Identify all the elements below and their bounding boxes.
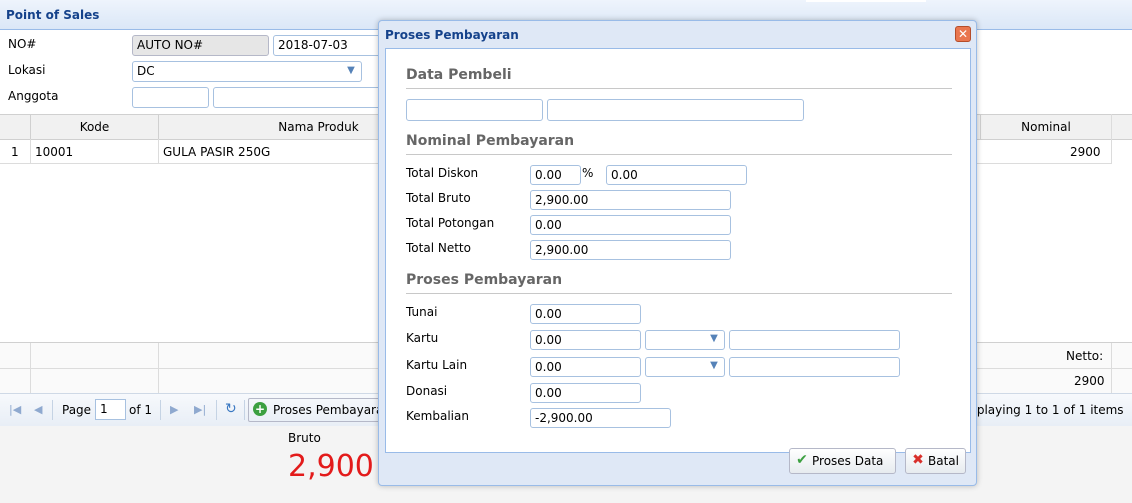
page-count: of 1 — [129, 403, 153, 417]
batal-label: Batal — [928, 454, 959, 468]
kartu-type-combo[interactable]: ▼ — [645, 330, 725, 350]
total-diskon-label: Total Diskon — [406, 166, 479, 180]
pembeli-code-field[interactable] — [406, 99, 543, 121]
netto-label: Netto: — [1066, 349, 1104, 363]
tunai-label: Tunai — [406, 305, 438, 319]
lokasi-combo[interactable]: DC ▼ — [132, 61, 362, 82]
section-proses-pembayaran: Proses Pembayaran — [406, 272, 563, 288]
column-nominal[interactable]: Nominal — [980, 115, 1112, 139]
chevron-down-icon[interactable]: ▼ — [706, 359, 722, 373]
proses-data-label: Proses Data — [812, 454, 884, 468]
col-divider — [30, 139, 31, 163]
no-field[interactable]: AUTO NO# — [132, 35, 269, 56]
kembalian-field[interactable]: -2,900.00 — [530, 408, 671, 428]
kartu-lain-label: Kartu Lain — [406, 358, 468, 372]
first-page-icon[interactable]: |◀ — [9, 403, 21, 416]
display-info: Displaying 1 to 1 of 1 items — [958, 403, 1124, 417]
bruto-value: 2,900 — [288, 449, 374, 484]
main-title: Point of Sales — [6, 8, 100, 22]
row-number-header — [0, 115, 31, 139]
total-diskon-percent-field[interactable]: 0.00 — [530, 165, 581, 185]
total-netto-field[interactable]: 2,900.00 — [530, 240, 731, 260]
total-potongan-label: Total Potongan — [406, 216, 495, 230]
donasi-field[interactable]: 0.00 — [530, 383, 641, 403]
add-icon: + — [253, 402, 267, 416]
cell-nominal: 2900 — [1070, 145, 1101, 159]
section-data-pembeli: Data Pembeli — [406, 67, 512, 83]
batal-button[interactable]: ✖ Batal — [905, 448, 966, 474]
total-potongan-field[interactable]: 0.00 — [530, 215, 731, 235]
section-nominal-pembayaran: Nominal Pembayaran — [406, 133, 575, 149]
no-label: NO# — [8, 37, 37, 51]
cancel-icon: ✖ — [912, 452, 924, 468]
anggota-code-field[interactable] — [132, 87, 209, 108]
kartu-lain-number-field[interactable] — [729, 357, 900, 377]
total-bruto-field[interactable]: 2,900.00 — [530, 190, 731, 210]
chevron-down-icon[interactable]: ▼ — [343, 64, 359, 78]
page-label: Page — [62, 403, 92, 417]
anggota-name-field[interactable] — [213, 87, 383, 108]
pembeli-name-field[interactable] — [547, 99, 804, 121]
lokasi-value: DC — [137, 64, 155, 78]
col-divider — [158, 139, 159, 163]
dialog-body: Data Pembeli Nominal Pembayaran Total Di… — [385, 48, 971, 453]
proses-pembayaran-label: Proses Pembayaran — [273, 403, 388, 417]
refresh-icon[interactable]: ↻ — [225, 401, 237, 417]
percent-sign: % — [582, 166, 594, 180]
bruto-label: Bruto — [288, 431, 321, 445]
donasi-label: Donasi — [406, 384, 448, 398]
netto-value: 2900 — [1074, 374, 1105, 388]
prev-page-icon[interactable]: ◀ — [34, 403, 42, 416]
chevron-down-icon[interactable]: ▼ — [706, 332, 722, 346]
cell-kode: 10001 — [35, 145, 74, 159]
proses-pembayaran-button[interactable]: + Proses Pembayaran — [248, 398, 388, 422]
cell-nama-produk: GULA PASIR 250G — [163, 145, 271, 159]
close-icon[interactable]: ✕ — [955, 26, 971, 42]
total-netto-label: Total Netto — [406, 241, 471, 255]
kartu-label: Kartu — [406, 331, 439, 345]
kartu-lain-amount-field[interactable]: 0.00 — [530, 357, 641, 377]
dialog-title: Proses Pembayaran — [385, 28, 519, 42]
total-diskon-field[interactable]: 0.00 — [606, 165, 747, 185]
row-number: 1 — [11, 145, 19, 159]
kartu-amount-field[interactable]: 0.00 — [530, 330, 641, 350]
lokasi-label: Lokasi — [8, 63, 46, 77]
tunai-field[interactable]: 0.00 — [530, 304, 641, 324]
anggota-label: Anggota — [8, 89, 59, 103]
last-page-icon[interactable]: ▶| — [194, 403, 206, 416]
date-field[interactable]: 2018-07-03 — [273, 35, 383, 56]
next-page-icon[interactable]: ▶ — [170, 403, 178, 416]
page-input[interactable]: 1 — [95, 399, 126, 420]
check-icon: ✔ — [796, 452, 808, 468]
payment-dialog: Proses Pembayaran ✕ Data Pembeli Nominal… — [378, 20, 977, 486]
top-tab-indicator — [806, 0, 926, 2]
kembalian-label: Kembalian — [406, 409, 469, 423]
proses-data-button[interactable]: ✔ Proses Data — [789, 448, 896, 474]
total-bruto-label: Total Bruto — [406, 191, 471, 205]
column-kode[interactable]: Kode — [31, 115, 159, 139]
kartu-number-field[interactable] — [729, 330, 900, 350]
col-divider — [1111, 114, 1112, 164]
kartu-lain-type-combo[interactable]: ▼ — [645, 357, 725, 377]
